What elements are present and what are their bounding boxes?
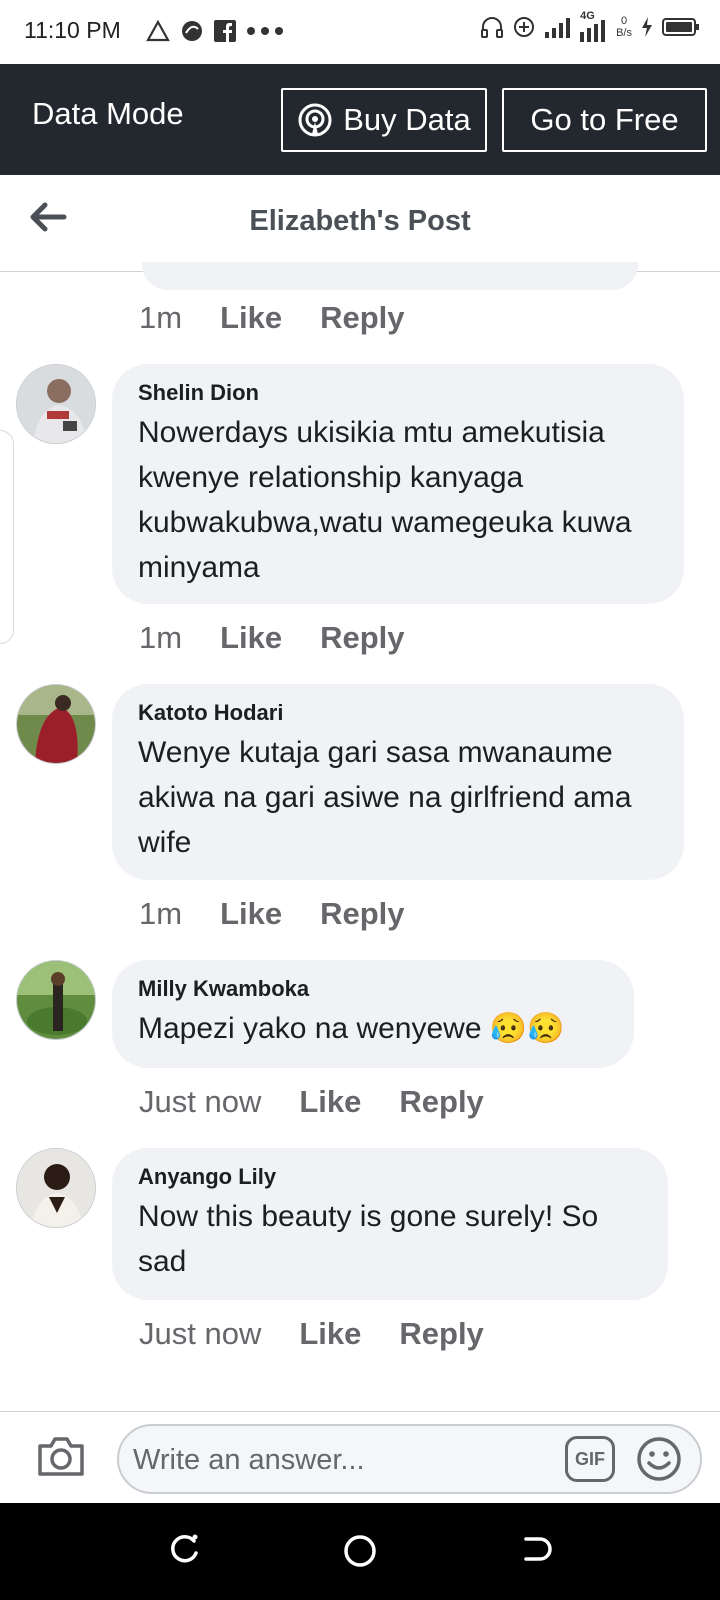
battery-icon — [662, 18, 699, 36]
network-speed-value: 0 — [620, 15, 628, 27]
status-bar: 11:10 PM 4G 0 B/s — [0, 0, 720, 64]
like-button[interactable]: Like — [299, 1084, 361, 1120]
gif-icon[interactable]: GIF — [565, 1436, 615, 1482]
data-saver-icon — [514, 17, 535, 37]
comment-meta: Just now Like Reply — [139, 1084, 522, 1120]
buy-data-button[interactable]: Buy Data — [281, 88, 487, 152]
previous-comment-bubble — [142, 262, 638, 290]
data-mode-label: Data Mode — [32, 96, 184, 131]
back-icon[interactable] — [520, 1533, 552, 1565]
headphones-icon — [481, 17, 504, 38]
comment-meta: 1m Like Reply — [139, 896, 443, 932]
avatar[interactable] — [16, 364, 96, 444]
reply-button[interactable]: Reply — [320, 896, 404, 932]
comment-time: 1m — [139, 896, 183, 931]
comment-bubble: Anyango Lily Now this beauty is gone sur… — [112, 1148, 668, 1300]
charging-icon — [642, 17, 652, 37]
app-notification-icon — [182, 21, 202, 41]
comment-composer: Write an answer... GIF — [0, 1411, 720, 1504]
warning-icon — [146, 20, 170, 42]
comment-bubble: Milly Kwamboka Mapezi yako na wenyewe 😥😥 — [112, 960, 634, 1068]
comment-author[interactable]: Shelin Dion — [138, 380, 658, 406]
avatar[interactable] — [16, 960, 96, 1040]
comment-time: Just now — [139, 1084, 262, 1119]
system-navigation-bar — [0, 1503, 720, 1600]
avatar[interactable] — [16, 1148, 96, 1228]
like-button[interactable]: Like — [220, 896, 282, 932]
comment-author[interactable]: Anyango Lily — [138, 1164, 642, 1190]
go-to-free-label: Go to Free — [530, 102, 679, 137]
reply-button[interactable]: Reply — [320, 620, 404, 656]
comment-author[interactable]: Milly Kwamboka — [138, 976, 608, 1002]
broadcast-icon — [298, 103, 332, 137]
emoji-icon[interactable] — [635, 1435, 683, 1483]
comment-meta: Just now Like Reply — [139, 1316, 522, 1352]
signal-icon — [545, 18, 571, 38]
comment-time: 1m — [139, 620, 183, 655]
comment-author[interactable]: Katoto Hodari — [138, 700, 658, 726]
comment-input-placeholder: Write an answer... — [133, 1444, 365, 1476]
recent-apps-icon[interactable] — [168, 1533, 200, 1565]
comment-meta: 1m Like Reply — [139, 620, 443, 656]
reply-button[interactable]: Reply — [320, 300, 404, 336]
page-title: Elizabeth's Post — [249, 205, 471, 237]
go-to-free-button[interactable]: Go to Free — [502, 88, 707, 152]
comment-text: Now this beauty is gone surely! So sad — [138, 1200, 599, 1278]
comment-time: 1m — [139, 300, 183, 335]
comment-bubble: Katoto Hodari Wenye kutaja gari sasa mwa… — [112, 684, 684, 880]
like-button[interactable]: Like — [299, 1316, 361, 1352]
post-header: Elizabeth's Post — [0, 175, 720, 272]
network-speed: 0 B/s — [616, 15, 632, 39]
like-button[interactable]: Like — [220, 300, 282, 336]
comment-text: Wenye kutaja gari sasa mwanaume akiwa na… — [138, 736, 632, 859]
more-notifications-icon — [247, 27, 283, 35]
data-mode-bar: Data Mode Buy Data Go to Free — [0, 64, 720, 175]
comment-time: Just now — [139, 1316, 262, 1351]
status-time: 11:10 PM — [24, 17, 121, 43]
comment-bubble: Shelin Dion Nowerdays ukisikia mtu ameku… — [112, 364, 684, 604]
camera-icon[interactable] — [36, 1434, 86, 1478]
reply-button[interactable]: Reply — [399, 1316, 483, 1352]
network-speed-unit: B/s — [616, 27, 632, 39]
reply-button[interactable]: Reply — [399, 1084, 483, 1120]
side-edge-card — [0, 430, 14, 644]
home-icon[interactable] — [342, 1533, 378, 1569]
like-button[interactable]: Like — [220, 620, 282, 656]
comment-input[interactable]: Write an answer... GIF — [117, 1424, 702, 1494]
facebook-notification-icon — [214, 20, 236, 42]
comment-text: Nowerdays ukisikia mtu amekutisia kwenye… — [138, 416, 632, 584]
notification-icons — [146, 19, 284, 43]
previous-comment-meta: 1m Like Reply — [139, 300, 443, 336]
gif-label: GIF — [575, 1448, 605, 1469]
avatar[interactable] — [16, 684, 96, 764]
comment-text: Mapezi yako na wenyewe 😥😥 — [138, 1012, 565, 1045]
buy-data-label: Buy Data — [343, 102, 471, 137]
network-4g-icon: 4G — [578, 10, 608, 42]
system-icons: 4G 0 B/s — [480, 10, 700, 42]
